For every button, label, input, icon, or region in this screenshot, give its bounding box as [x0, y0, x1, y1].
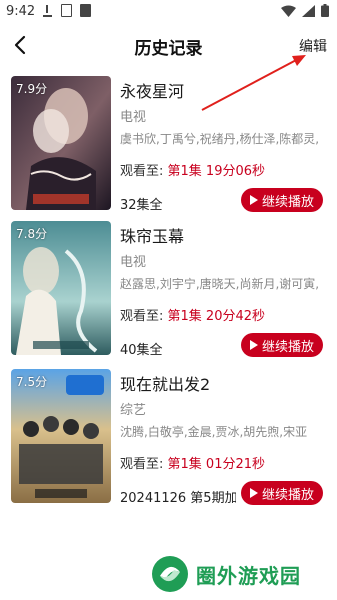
rating-badge: 7.8分 [16, 227, 48, 241]
show-cast: 赵露思,刘宇宁,唐晓天,尚新月,谢可寅, [120, 277, 320, 291]
status-bar: 9:42 [0, 0, 337, 24]
play-icon [249, 488, 258, 498]
watermark-logo-icon [152, 556, 188, 592]
status-icons-right [281, 4, 329, 17]
history-item[interactable]: 7.5分 现在就出发2 综艺 沈腾,白敬亭,金晨,贾冰,胡先煦,宋亚 观看至: … [0, 369, 337, 506]
continue-play-button[interactable]: 继续播放 [241, 188, 323, 212]
history-item[interactable]: 7.8分 珠帘玉幕 电视 赵露思,刘宇宁,唐晓天,尚新月,谢可寅, 观看至: 第… [0, 221, 337, 358]
poster-image[interactable]: 7.8分 [11, 221, 111, 355]
poster-image[interactable]: 7.9分 [11, 76, 111, 210]
rating-badge: 7.5分 [16, 375, 48, 389]
battery-icon [321, 4, 329, 17]
episode-count: 20241126 第5期加更 [120, 491, 236, 506]
page-title: 历史记录 [134, 39, 203, 59]
play-icon [249, 195, 258, 205]
watch-progress-label: 观看至: [120, 309, 164, 324]
continue-play-button[interactable]: 继续播放 [241, 333, 323, 357]
item-info: 现在就出发2 综艺 沈腾,白敬亭,金晨,贾冰,胡先煦,宋亚 观看至: 第1集 0… [120, 369, 330, 506]
box-icon [61, 4, 72, 17]
rating-badge: 7.9分 [16, 82, 48, 96]
notification-icon [80, 4, 91, 17]
poster-image[interactable]: 7.5分 [11, 369, 111, 503]
show-genre: 综艺 [120, 403, 147, 418]
item-info: 永夜星河 电视 虞书欣,丁禹兮,祝绪丹,杨仕泽,陈都灵, 观看至: 第1集 19… [120, 76, 330, 213]
watch-progress-value: 第1集 20分42秒 [167, 309, 266, 324]
download-icon [42, 4, 53, 17]
item-info: 珠帘玉幕 电视 赵露思,刘宇宁,唐晓天,尚新月,谢可寅, 观看至: 第1集 20… [120, 221, 330, 358]
show-title[interactable]: 永夜星河 [120, 78, 184, 102]
watch-progress-label: 观看至: [120, 457, 164, 472]
status-icons-left [42, 4, 91, 17]
watch-progress: 观看至: 第1集 01分21秒 [120, 453, 265, 472]
continue-play-label: 继续播放 [261, 339, 314, 355]
episode-count: 32集全 [120, 198, 163, 213]
back-arrow-icon [14, 35, 26, 55]
watch-progress-value: 第1集 01分21秒 [167, 457, 266, 472]
signal-icon [302, 4, 315, 17]
show-cast: 虞书欣,丁禹兮,祝绪丹,杨仕泽,陈都灵, [120, 132, 320, 146]
wifi-icon [281, 5, 296, 17]
watermark-text: 圈外游戏园 [196, 563, 301, 588]
watermark: 圈外游戏园 [150, 553, 330, 595]
show-title[interactable]: 珠帘玉幕 [120, 223, 184, 247]
episode-count: 40集全 [120, 343, 163, 358]
watch-progress: 观看至: 第1集 19分06秒 [120, 160, 265, 179]
back-button[interactable] [6, 30, 36, 60]
watch-progress-label: 观看至: [120, 164, 164, 179]
continue-play-button[interactable]: 继续播放 [241, 481, 323, 505]
edit-button[interactable]: 编辑 [299, 36, 327, 56]
header: 历史记录 编辑 [0, 24, 337, 68]
watch-progress-value: 第1集 19分06秒 [167, 164, 266, 179]
continue-play-label: 继续播放 [261, 487, 314, 503]
show-cast: 沈腾,白敬亭,金晨,贾冰,胡先煦,宋亚 [120, 425, 308, 439]
status-time: 9:42 [6, 4, 36, 19]
show-title[interactable]: 现在就出发2 [120, 371, 210, 395]
show-genre: 电视 [120, 255, 147, 270]
play-icon [249, 340, 258, 350]
continue-play-label: 继续播放 [261, 194, 314, 210]
show-genre: 电视 [120, 110, 147, 125]
history-item[interactable]: 7.9分 永夜星河 电视 虞书欣,丁禹兮,祝绪丹,杨仕泽,陈都灵, 观看至: 第… [0, 76, 337, 213]
watch-progress: 观看至: 第1集 20分42秒 [120, 305, 265, 324]
